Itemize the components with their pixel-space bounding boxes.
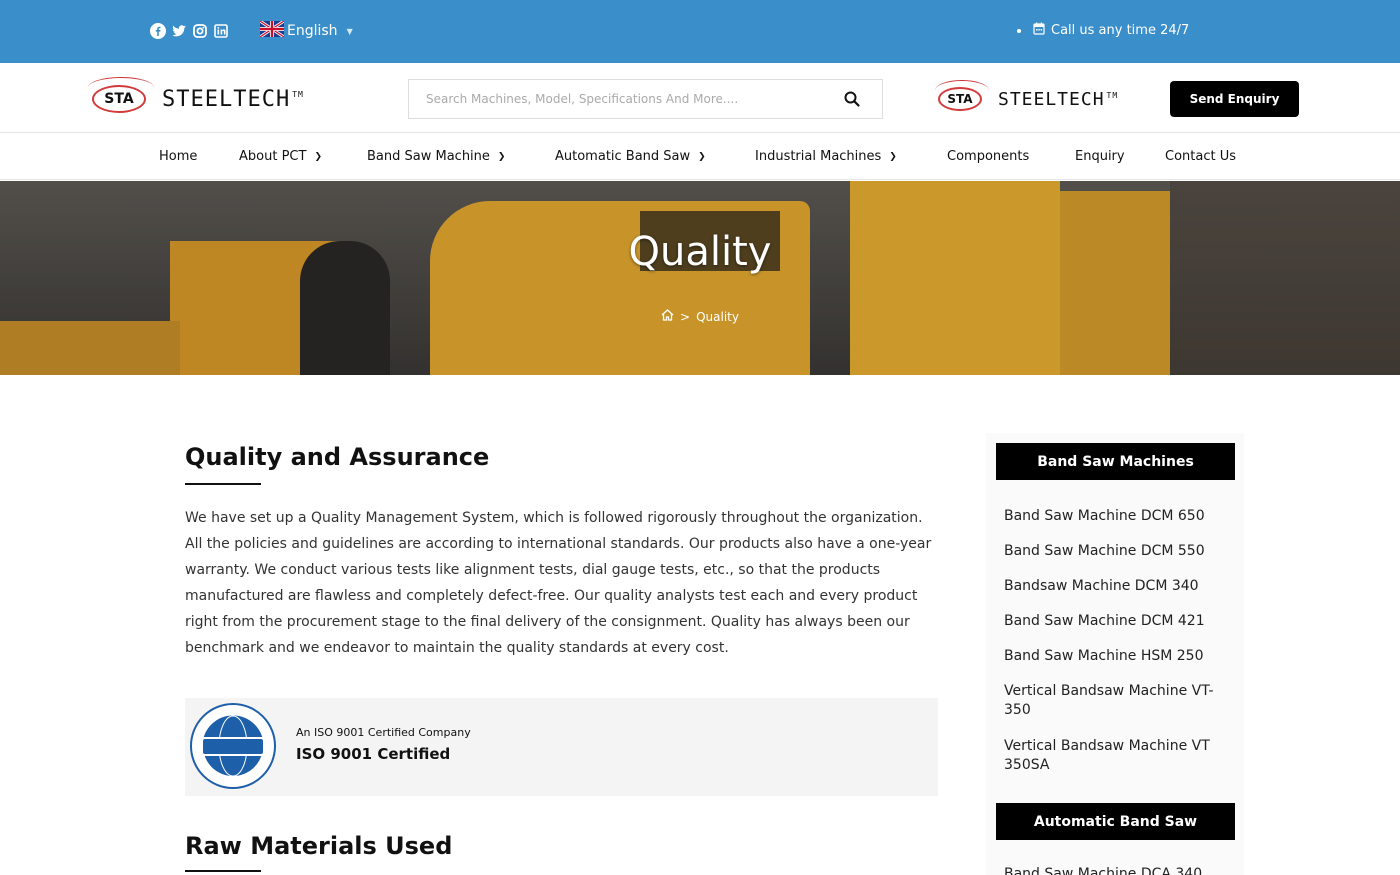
language-selector[interactable]: English ▼ [259, 19, 353, 41]
sidebar-link[interactable]: Vertical Bandsaw Machine VT-350 [1004, 682, 1229, 720]
main-nav: Home About PCT ❯ Band Saw Machine ❯ Automa… [0, 134, 1400, 180]
social-links [150, 23, 229, 39]
nav-item-contact[interactable]: Contact Us [1165, 149, 1236, 164]
partner-logo-wordmark: STEELTECH TM [998, 88, 1119, 110]
call-us-text: Call us any time 24/7 [1051, 23, 1190, 38]
sidebar-link[interactable]: Band Saw Machine DCA 340 [1004, 865, 1229, 875]
nav-item-about[interactable]: About PCT ❯ [239, 149, 322, 164]
sidebar-link[interactable]: Band Saw Machine DCM 421 [1004, 612, 1229, 631]
uk-flag-icon [259, 19, 285, 41]
heading-underline [185, 870, 261, 872]
chevron-down-icon: ❯ [497, 151, 506, 162]
iso-subtitle: An ISO 9001 Certified Company [296, 726, 471, 739]
sidebar-heading-automatic: Automatic Band Saw [996, 803, 1235, 840]
partner-logo: STA STEELTECH TM [935, 80, 1119, 111]
chevron-down-icon: ❯ [889, 151, 897, 162]
send-enquiry-button[interactable]: Send Enquiry [1170, 81, 1299, 117]
nav-item-enquiry[interactable]: Enquiry [1075, 149, 1125, 164]
iso-certification-card: An ISO 9001 Certified Company ISO 9001 C… [185, 698, 938, 796]
partner-logo-seal: STA [935, 80, 989, 111]
facebook-icon[interactable] [150, 23, 166, 39]
nav-item-band-saw-machine[interactable]: Band Saw Machine ❯ [367, 149, 505, 164]
nav-item-home[interactable]: Home [159, 149, 197, 164]
quality-paragraph: We have set up a Quality Management Syst… [185, 510, 932, 656]
logo-wordmark: STEELTECH TM [162, 86, 304, 112]
search-button[interactable] [822, 80, 882, 118]
nav-item-automatic-band-saw[interactable]: Automatic Band Saw ❯ [555, 149, 706, 164]
search-icon [844, 91, 860, 107]
sidebar-link[interactable]: Bandsaw Machine DCM 340 [1004, 577, 1229, 596]
language-label: English [287, 23, 338, 39]
page-hero: Quality > Quality [0, 181, 1400, 375]
breadcrumb: > Quality [0, 309, 1400, 324]
chevron-down-icon: ❯ [698, 151, 706, 162]
nav-item-industrial-machines[interactable]: Industrial Machines ❯ [755, 149, 897, 164]
bullet-dot [1017, 28, 1021, 33]
site-header: STA STEELTECHTM STA STEELTECHTM Send Enq… [0, 63, 1400, 133]
nav-item-components[interactable]: Components [947, 149, 1029, 164]
breadcrumb-current: Quality [696, 309, 739, 324]
raw-materials-heading: Raw Materials Used [185, 832, 453, 860]
twitter-icon[interactable] [171, 23, 187, 39]
iso-title: ISO 9001 Certified [296, 745, 451, 763]
iso-badge-icon [189, 702, 277, 790]
sidebar-link[interactable]: Band Saw Machine DCM 550 [1004, 542, 1229, 561]
main-content: Quality and Assurance We have set up a Q… [185, 443, 938, 661]
linkedin-icon[interactable] [213, 23, 229, 39]
section-heading: Quality and Assurance [185, 443, 490, 471]
calendar-icon [1033, 22, 1045, 39]
sidebar-heading-band-saw: Band Saw Machines [996, 443, 1235, 480]
instagram-icon[interactable] [192, 23, 208, 39]
chevron-down-icon: ❯ [314, 151, 322, 162]
sidebar-link[interactable]: Band Saw Machine HSM 250 [1004, 647, 1229, 666]
call-us: Call us any time 24/7 [1017, 22, 1189, 39]
hero-overlay [0, 181, 1400, 375]
home-icon[interactable] [661, 309, 674, 324]
site-logo[interactable]: STA STEELTECH TM [88, 77, 304, 113]
raw-materials-section: Raw Materials Used [185, 832, 452, 872]
heading-underline [185, 483, 261, 485]
sidebar: Band Saw Machines Band Saw Machine DCM 6… [986, 433, 1244, 875]
search-input[interactable] [409, 80, 822, 118]
page-title: Quality [628, 229, 772, 275]
breadcrumb-separator: > [680, 309, 691, 324]
logo-seal: STA [88, 77, 154, 113]
search-bar [408, 79, 883, 119]
sidebar-link[interactable]: Vertical Bandsaw Machine VT 350SA [1004, 737, 1229, 775]
top-bar: English ▼ Call us any time 24/7 [0, 0, 1400, 63]
sidebar-link[interactable]: Band Saw Machine DCM 650 [1004, 507, 1229, 526]
chevron-down-icon: ▼ [346, 26, 353, 36]
